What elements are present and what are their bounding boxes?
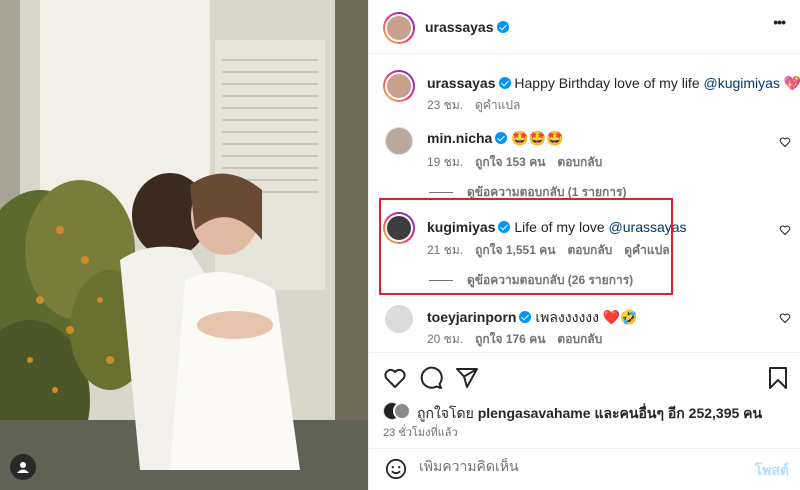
comment-text: min.nicha 🤩🤩🤩 [427, 130, 564, 147]
comment-time[interactable]: 20 ชม. [427, 332, 463, 346]
caption-meta: 23 ชม. ดูคำแปล [427, 96, 532, 115]
caption-emoji: 💖 [783, 75, 800, 91]
caption-text: urassayas Happy Birthday love of my life… [427, 75, 800, 92]
heart-icon[interactable] [779, 224, 791, 236]
tag-user-icon[interactable] [10, 454, 36, 480]
caption-avatar[interactable] [383, 70, 415, 102]
action-bar: ถูกใจโดย plengasavahame และคนอื่นๆ อีก 2… [369, 352, 800, 440]
comment-body: เพลงงงงงง ❤️🤣 [535, 309, 638, 325]
comment-meta: 19 ชม. ถูกใจ 153 คน ตอบกลับ [427, 153, 614, 172]
comment-time[interactable]: 19 ชม. [427, 155, 463, 169]
comment-meta: 20 ชม. ถูกใจ 176 คน ตอบกลับ [427, 330, 614, 349]
highlight-box [379, 198, 673, 295]
comment-input[interactable] [419, 458, 719, 474]
post-button[interactable]: โพสต์ [755, 460, 789, 482]
comment-likes[interactable]: ถูกใจ 176 คน [475, 332, 545, 346]
likes-user[interactable]: plengasavahame [478, 405, 591, 421]
more-icon[interactable]: ••• [773, 14, 786, 30]
likes-count[interactable]: และคนอื่นๆ อีก 252,395 คน [594, 405, 762, 421]
comment-likes[interactable]: ถูกใจ 153 คน [475, 155, 545, 169]
reply-button[interactable]: ตอบกลับ [557, 155, 602, 169]
comment-username[interactable]: toeyjarinporn [427, 309, 516, 325]
author-username[interactable]: urassayas [425, 19, 494, 35]
reply-button[interactable]: ตอบกลับ [557, 332, 602, 346]
author-username-row[interactable]: urassayas [425, 19, 509, 35]
verified-badge-icon [496, 21, 509, 33]
caption-body: Happy Birthday love of my life [514, 75, 700, 91]
share-icon[interactable] [455, 366, 479, 390]
verified-badge-icon [495, 132, 508, 144]
comment-body: 🤩🤩🤩 [511, 130, 564, 146]
likes-prefix: ถูกใจโดย [417, 405, 474, 421]
bookmark-icon[interactable] [767, 366, 789, 390]
comment-username[interactable]: min.nicha [427, 130, 492, 146]
liker-avatar[interactable] [393, 402, 411, 420]
heart-icon[interactable] [779, 136, 791, 148]
comment-avatar[interactable] [385, 305, 413, 333]
heart-icon[interactable] [383, 366, 407, 390]
add-comment-bar: โพสต์ [369, 448, 800, 490]
verified-badge-icon [519, 311, 532, 323]
comment-icon[interactable] [419, 366, 443, 390]
caption-username[interactable]: urassayas [427, 75, 496, 91]
comment-avatar[interactable] [385, 127, 413, 155]
author-avatar[interactable] [383, 12, 415, 44]
comment-text: toeyjarinporn เพลงงงงงง ❤️🤣 [427, 307, 638, 329]
post-photo[interactable] [0, 0, 368, 490]
caption-time[interactable]: 23 ชม. [427, 98, 463, 112]
caption-mention[interactable]: @kugimiyas [704, 75, 780, 91]
post-header: urassayas ••• [369, 0, 800, 54]
emoji-icon[interactable] [385, 458, 407, 480]
verified-badge-icon [498, 77, 511, 89]
likes-summary: ถูกใจโดย plengasavahame และคนอื่นๆ อีก 2… [417, 403, 762, 425]
caption-translate[interactable]: ดูคำแปล [475, 98, 520, 112]
heart-icon[interactable] [779, 312, 791, 324]
photo-illustration [0, 0, 368, 490]
post-timestamp[interactable]: 23 ชั่วโมงที่แล้ว [383, 423, 458, 441]
